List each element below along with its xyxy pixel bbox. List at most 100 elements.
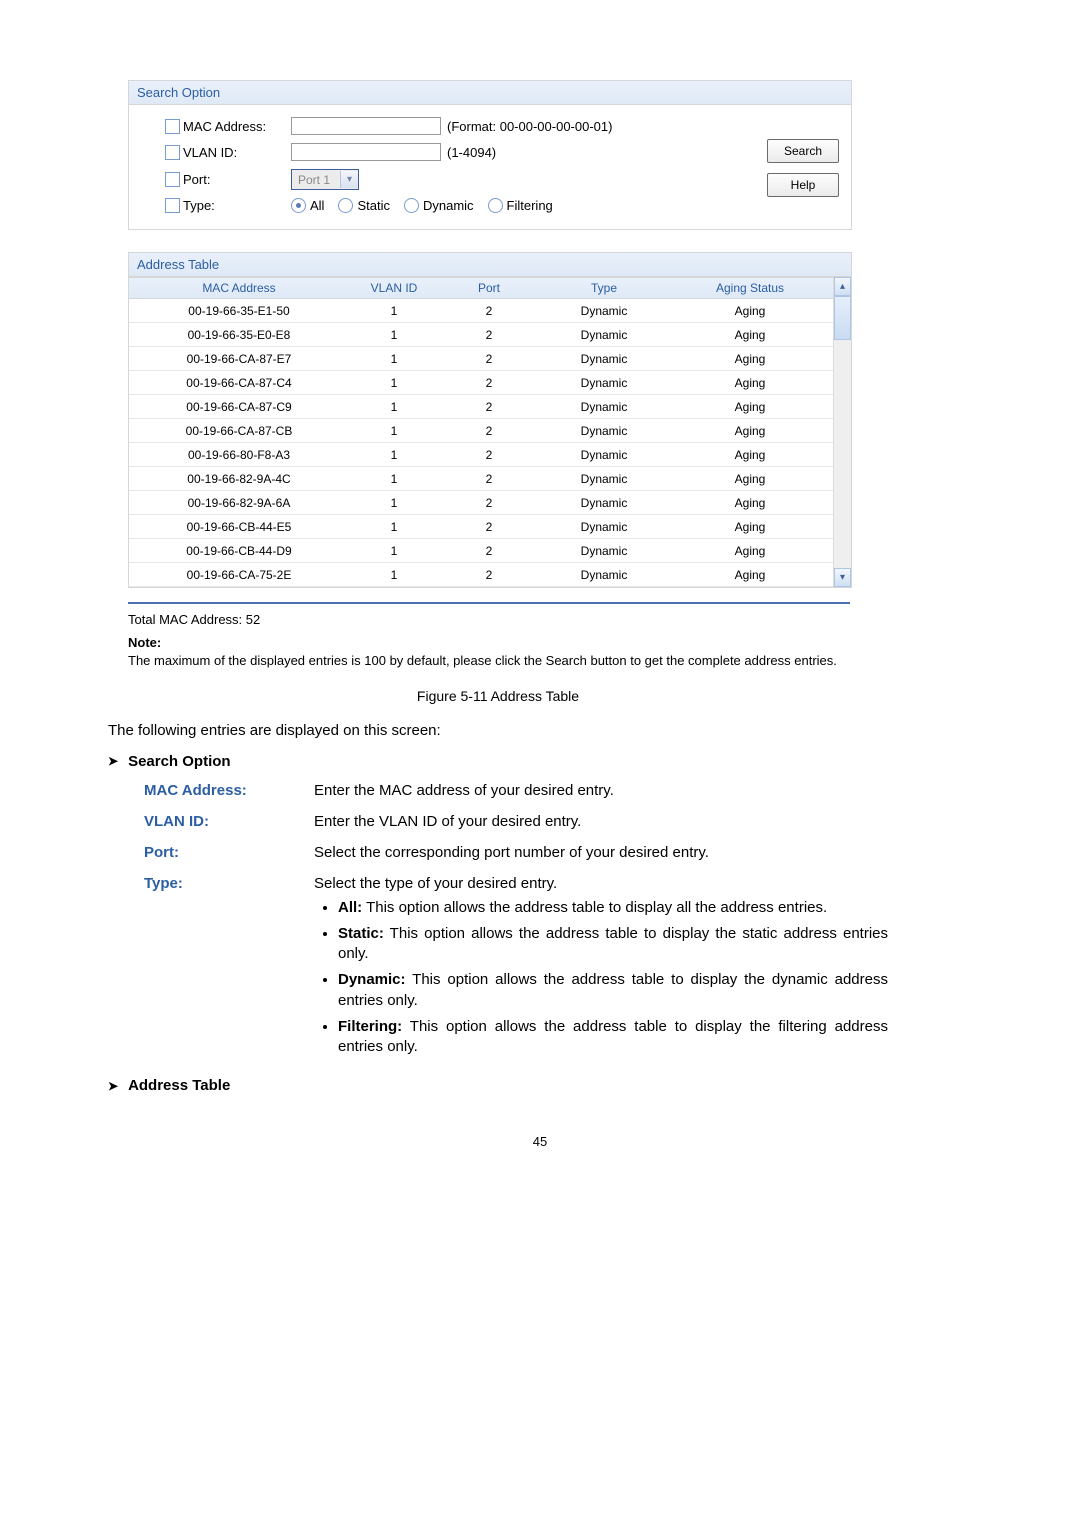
table-row: 00-19-66-35-E1-5012DynamicAging xyxy=(129,299,851,323)
cell-mac: 00-19-66-CA-87-CB xyxy=(129,421,349,441)
col-type: Type xyxy=(539,278,669,298)
vlan-input[interactable] xyxy=(291,143,441,161)
mac-label: MAC Address: xyxy=(183,119,291,134)
port-checkbox[interactable] xyxy=(165,172,180,187)
cell-port: 2 xyxy=(439,445,539,465)
def-type-term: Type: xyxy=(144,875,314,1064)
cell-mac: 00-19-66-80-F8-A3 xyxy=(129,445,349,465)
cell-aging: Aging xyxy=(669,565,831,585)
note-text: The maximum of the displayed entries is … xyxy=(128,652,928,670)
type-radio-static[interactable]: Static xyxy=(338,198,390,213)
cell-port: 2 xyxy=(439,349,539,369)
table-row: 00-19-66-CA-87-C412DynamicAging xyxy=(129,371,851,395)
type-radio-static-label: Static xyxy=(357,198,390,213)
cell-mac: 00-19-66-CB-44-D9 xyxy=(129,541,349,561)
cell-vlan: 1 xyxy=(349,421,439,441)
cell-aging: Aging xyxy=(669,541,831,561)
def-vlan-term: VLAN ID: xyxy=(144,813,314,830)
type-radio-filtering[interactable]: Filtering xyxy=(488,198,553,213)
def-vlan-desc: Enter the VLAN ID of your desired entry. xyxy=(314,813,948,830)
cell-port: 2 xyxy=(439,565,539,585)
cell-vlan: 1 xyxy=(349,469,439,489)
search-option-panel: Search Option MAC Address: (Format: 00-0… xyxy=(128,80,852,230)
cell-type: Dynamic xyxy=(539,325,669,345)
col-mac: MAC Address xyxy=(129,278,349,298)
address-table-panel: Address Table MAC Address VLAN ID Port T… xyxy=(128,252,852,588)
cell-aging: Aging xyxy=(669,421,831,441)
cell-port: 2 xyxy=(439,541,539,561)
cell-vlan: 1 xyxy=(349,373,439,393)
type-radio-dynamic[interactable]: Dynamic xyxy=(404,198,474,213)
search-button[interactable]: Search xyxy=(767,139,839,163)
cell-mac: 00-19-66-CA-75-2E xyxy=(129,565,349,585)
cell-port: 2 xyxy=(439,517,539,537)
cell-mac: 00-19-66-82-9A-6A xyxy=(129,493,349,513)
divider xyxy=(128,602,850,604)
cell-type: Dynamic xyxy=(539,445,669,465)
type-opt-filtering: Filtering: This option allows the addres… xyxy=(338,1017,948,1058)
cell-port: 2 xyxy=(439,397,539,417)
type-radio-dynamic-label: Dynamic xyxy=(423,198,474,213)
def-mac-desc: Enter the MAC address of your desired en… xyxy=(314,782,948,799)
cell-type: Dynamic xyxy=(539,421,669,441)
cell-mac: 00-19-66-35-E1-50 xyxy=(129,301,349,321)
col-port: Port xyxy=(439,278,539,298)
vlan-hint: (1-4094) xyxy=(447,145,496,160)
table-row: 00-19-66-80-F8-A312DynamicAging xyxy=(129,443,851,467)
cell-mac: 00-19-66-35-E0-E8 xyxy=(129,325,349,345)
scroll-down-icon[interactable]: ▾ xyxy=(834,568,851,587)
figure-caption: Figure 5-11 Address Table xyxy=(108,688,888,704)
cell-vlan: 1 xyxy=(349,325,439,345)
scroll-up-icon[interactable]: ▴ xyxy=(834,277,851,296)
mac-input[interactable] xyxy=(291,117,441,135)
cell-vlan: 1 xyxy=(349,445,439,465)
mac-checkbox[interactable] xyxy=(165,119,180,134)
cell-aging: Aging xyxy=(669,517,831,537)
total-mac-count: Total MAC Address: 52 xyxy=(128,612,948,627)
cell-port: 2 xyxy=(439,469,539,489)
def-mac-term: MAC Address: xyxy=(144,782,314,799)
vlan-label: VLAN ID: xyxy=(183,145,291,160)
intro-text: The following entries are displayed on t… xyxy=(108,722,948,739)
note-title: Note: xyxy=(128,635,948,650)
cell-aging: Aging xyxy=(669,349,831,369)
cell-aging: Aging xyxy=(669,373,831,393)
table-scrollbar[interactable]: ▴ ▾ xyxy=(833,277,851,587)
help-button[interactable]: Help xyxy=(767,173,839,197)
cell-port: 2 xyxy=(439,373,539,393)
table-header-row: MAC Address VLAN ID Port Type Aging Stat… xyxy=(129,277,851,299)
cell-type: Dynamic xyxy=(539,349,669,369)
cell-mac: 00-19-66-CA-87-C9 xyxy=(129,397,349,417)
cell-aging: Aging xyxy=(669,469,831,489)
chevron-down-icon: ▾ xyxy=(340,171,358,188)
cell-port: 2 xyxy=(439,493,539,513)
table-row: 00-19-66-82-9A-4C12DynamicAging xyxy=(129,467,851,491)
section-address-table: ➤ Address Table xyxy=(108,1077,948,1094)
search-option-header: Search Option xyxy=(129,81,851,105)
cell-port: 2 xyxy=(439,421,539,441)
scroll-thumb[interactable] xyxy=(834,296,851,340)
type-opt-all: All: This option allows the address tabl… xyxy=(338,898,948,918)
cell-aging: Aging xyxy=(669,493,831,513)
cell-aging: Aging xyxy=(669,325,831,345)
cell-vlan: 1 xyxy=(349,301,439,321)
vlan-checkbox[interactable] xyxy=(165,145,180,160)
type-radio-all[interactable]: All xyxy=(291,198,324,213)
table-row: 00-19-66-CA-87-E712DynamicAging xyxy=(129,347,851,371)
table-row: 00-19-66-CB-44-D912DynamicAging xyxy=(129,539,851,563)
port-select[interactable]: Port 1 ▾ xyxy=(291,169,359,190)
cell-vlan: 1 xyxy=(349,565,439,585)
cell-type: Dynamic xyxy=(539,541,669,561)
section-search-option: ➤ Search Option xyxy=(108,753,948,770)
cell-type: Dynamic xyxy=(539,565,669,585)
def-type-desc: Select the type of your desired entry. xyxy=(314,875,948,892)
cell-aging: Aging xyxy=(669,301,831,321)
type-checkbox[interactable] xyxy=(165,198,180,213)
def-port-desc: Select the corresponding port number of … xyxy=(314,844,948,861)
cell-aging: Aging xyxy=(669,397,831,417)
mac-hint: (Format: 00-00-00-00-00-01) xyxy=(447,119,612,134)
col-aging: Aging Status xyxy=(669,278,831,298)
table-row: 00-19-66-82-9A-6A12DynamicAging xyxy=(129,491,851,515)
cell-mac: 00-19-66-CB-44-E5 xyxy=(129,517,349,537)
cell-mac: 00-19-66-CA-87-C4 xyxy=(129,373,349,393)
